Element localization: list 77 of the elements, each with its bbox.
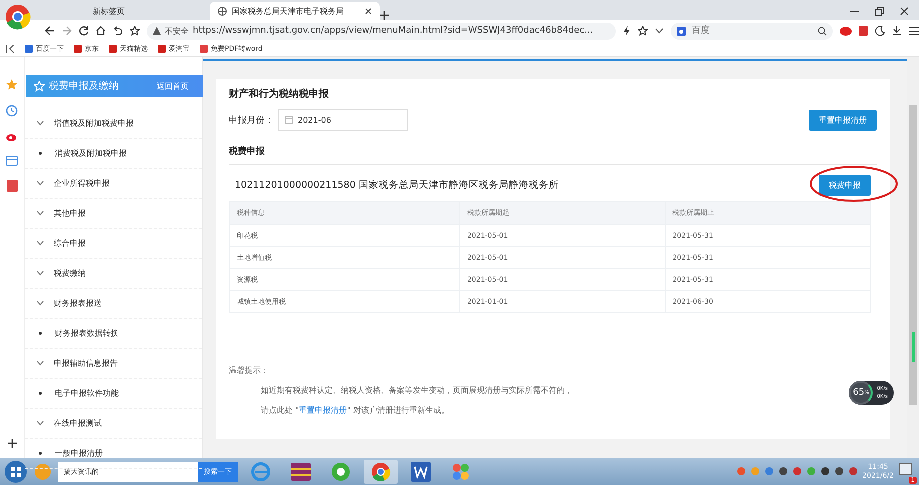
sidebar-item[interactable]: 财务报表报送	[25, 289, 202, 319]
sidebar-toggle-icon[interactable]	[6, 45, 15, 53]
sidebar-item[interactable]: 税费缴纳	[25, 259, 202, 289]
declare-button[interactable]: 税费申报	[819, 175, 871, 196]
chevron-down-icon	[37, 301, 44, 306]
history-icon[interactable]	[6, 105, 18, 117]
chevron-down-icon	[37, 181, 44, 186]
close-icon[interactable]	[900, 7, 909, 16]
sidebar-item[interactable]: 在线申报测试	[25, 409, 202, 439]
chevron-down-icon	[37, 121, 44, 126]
sidebar-title: 税费申报及缴纳	[49, 80, 120, 93]
bookmark-icon	[74, 45, 82, 53]
section-title: 税费申报	[229, 145, 877, 165]
word-icon[interactable]	[411, 462, 431, 482]
chevron-down-icon[interactable]	[655, 28, 664, 34]
calendar-icon	[285, 116, 293, 124]
start-icon[interactable]	[4, 460, 28, 484]
back-icon[interactable]	[45, 26, 55, 36]
browser-tab[interactable]: 国家税务总局天津市电子税务局	[210, 2, 380, 20]
bullet-icon	[39, 452, 42, 455]
sidebar-item[interactable]: 财务报表数据转换	[25, 319, 202, 349]
sidebar-item[interactable]: 其他申报	[25, 199, 202, 229]
sidebar-item[interactable]: 增值税及附加税费申报	[25, 109, 202, 139]
url-text: https://wsswjmn.tjsat.gov.cn/apps/view/menuMain.html?sid=WSSWJ43ff0dac46b84dec...	[193, 26, 594, 36]
sidebar-item[interactable]: 消费税及附加税申报	[25, 139, 202, 169]
new-tab-icon[interactable]	[380, 11, 389, 20]
warning-icon	[153, 27, 161, 35]
chrome-icon[interactable]	[371, 462, 391, 482]
chevron-down-icon	[37, 361, 44, 366]
sidebar-item[interactable]: 企业所得税申报	[25, 169, 202, 199]
reset-link[interactable]: 重置申报清册	[299, 406, 348, 415]
window-icon[interactable]	[6, 156, 18, 166]
reload-icon[interactable]	[79, 26, 89, 36]
lightning-icon[interactable]	[623, 26, 631, 36]
paw-icon	[677, 26, 686, 36]
star-icon[interactable]	[638, 26, 648, 36]
sidebar-item[interactable]: 电子申报软件功能	[25, 379, 202, 409]
month-label: 申报月份：	[229, 114, 274, 126]
bullet-icon	[39, 392, 42, 395]
bookmark-icon	[109, 45, 117, 53]
menu-icon[interactable]	[909, 26, 919, 36]
browser-tab[interactable]: 新标签页	[40, 2, 210, 20]
bookmark-icon	[158, 45, 166, 53]
globe-icon	[218, 6, 227, 16]
home-icon[interactable]	[96, 26, 106, 36]
search-field[interactable]: 百度	[671, 22, 833, 40]
star-icon[interactable]	[130, 26, 140, 36]
search-input[interactable]: 百度	[690, 25, 814, 37]
chevron-down-icon	[37, 271, 44, 276]
close-icon[interactable]	[365, 8, 372, 14]
download-icon[interactable]	[892, 26, 902, 36]
security-label: 不安全	[165, 26, 189, 36]
bullet-icon	[39, 152, 42, 155]
star-outline-icon	[34, 80, 45, 92]
tip-text: 如近期有税费种认定、纳税人资格、备案等发生变动，页面展现清册与实际所需不符的，	[261, 385, 573, 396]
chevron-down-icon	[37, 421, 44, 426]
bullet-icon	[39, 332, 42, 335]
chevron-down-icon	[37, 241, 44, 246]
sidebar-item[interactable]: 综合申报	[25, 229, 202, 259]
star-icon[interactable]	[6, 79, 18, 91]
tip-title: 温馨提示：	[229, 365, 270, 376]
tax-office-text: 10211201000000211580 国家税务总局天津市静海区税务局静海税务所	[235, 179, 559, 192]
add-icon[interactable]	[8, 439, 16, 448]
moon-icon[interactable]	[875, 26, 885, 36]
bookmark-icon	[25, 45, 33, 53]
month-field[interactable]: 2021-06	[278, 109, 408, 131]
restore-icon[interactable]	[875, 7, 884, 16]
sidebar-item[interactable]: 申报辅助信息报告	[25, 349, 202, 379]
address-bar[interactable]: 不安全 https://wsswjmn.tjsat.gov.cn/apps/view/menuMain.html?sid=WSSWJ43ff0dac46b84dec...	[147, 22, 616, 40]
reset-button[interactable]: 重置申报清册	[809, 110, 877, 130]
chevron-down-icon	[37, 211, 44, 216]
page-title: 财产和行为税纳税申报	[229, 88, 330, 101]
bookmark-icon	[200, 45, 208, 53]
search-icon[interactable]	[818, 26, 827, 36]
notification-icon	[899, 462, 915, 478]
tip-text: 请点此处 "重置申报清册" 对该户清册进行重新生成。	[261, 405, 450, 416]
undo-icon[interactable]	[113, 26, 123, 36]
